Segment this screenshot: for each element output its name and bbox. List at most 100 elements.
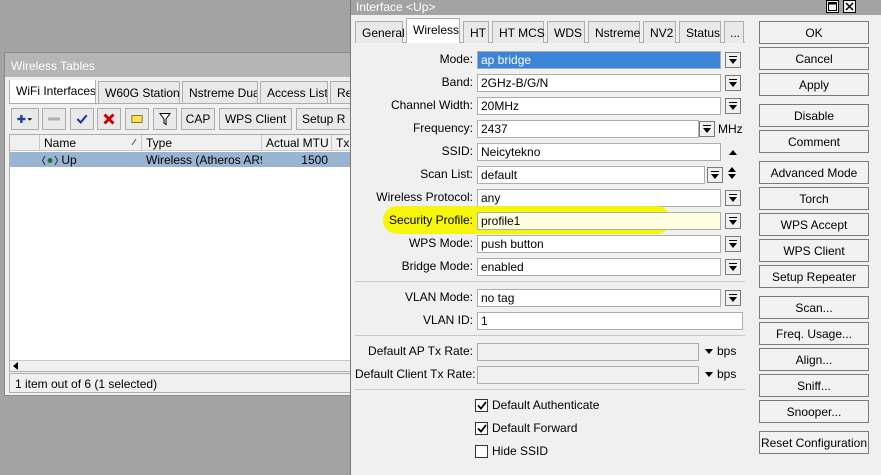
dropdown-icon <box>729 239 737 249</box>
tab-w60g-station[interactable]: W60G Station <box>98 81 180 103</box>
row-name-cell: Up <box>38 152 142 167</box>
tab-nv2[interactable]: NV2 <box>643 21 676 43</box>
reset-configuration-button[interactable]: Reset Configuration <box>759 431 869 454</box>
security-profile-label: Security Profile: <box>388 213 473 227</box>
setup-repeater-button[interactable]: Setup R <box>296 108 356 130</box>
align-button[interactable]: Align... <box>759 348 869 371</box>
tab-wifi-interfaces[interactable]: WiFi Interfaces <box>9 80 96 103</box>
column-header-actual-mtu[interactable]: Actual MTU <box>262 135 332 151</box>
column-header-name[interactable]: Name <box>40 135 142 151</box>
wps-client-button[interactable]: WPS Client <box>219 108 292 130</box>
horizontal-scrollbar[interactable] <box>10 360 354 371</box>
default-client-tx-rate-input[interactable] <box>477 366 699 384</box>
wireless-tables-window: Wireless Tables WiFi Interfaces W60G Sta… <box>4 52 356 396</box>
restore-button[interactable] <box>826 0 839 13</box>
checkmark-icon <box>476 401 487 410</box>
cancel-button[interactable]: Cancel <box>759 47 869 70</box>
security-profile-select[interactable]: profile1 <box>477 212 721 230</box>
snooper-button[interactable]: Snooper... <box>759 400 869 423</box>
comment-button[interactable]: Comment <box>759 130 869 153</box>
ap-tx-rate-expand-icon[interactable] <box>705 349 713 354</box>
ok-button[interactable]: OK <box>759 21 869 44</box>
wps-mode-dropdown-button[interactable] <box>725 236 741 252</box>
tab-status[interactable]: Status <box>679 21 721 43</box>
ap-tx-rate-unit: bps <box>717 344 737 358</box>
tab-access-list[interactable]: Access List <box>260 81 328 103</box>
wireless-tables-tabs: WiFi Interfaces W60G Station Nstreme Dua… <box>9 80 355 104</box>
security-profile-dropdown-button[interactable] <box>725 213 741 229</box>
remove-button[interactable] <box>42 108 66 130</box>
tab-wireless[interactable]: Wireless <box>406 18 460 44</box>
wps-mode-label: WPS Mode: <box>408 236 473 250</box>
checkmark-icon <box>476 424 487 433</box>
default-authenticate-checkbox[interactable] <box>475 399 488 412</box>
checkmark-icon <box>76 114 88 125</box>
disable-button[interactable]: Disable <box>759 104 869 127</box>
default-ap-tx-rate-input[interactable] <box>477 343 699 361</box>
wireless-tab-panel-lower: Security Profile: profile1 WPS Mode: pus… <box>355 43 745 475</box>
freq-usage-button[interactable]: Freq. Usage... <box>759 322 869 345</box>
tab-nstreme[interactable]: Nstreme <box>588 21 640 43</box>
tab-general[interactable]: General <box>355 21 405 43</box>
filter-button[interactable] <box>153 108 177 130</box>
sniff-button[interactable]: Sniff... <box>759 374 869 397</box>
tab-ht-mcs[interactable]: HT MCS <box>492 21 545 43</box>
column-header-type[interactable]: Type <box>142 135 262 151</box>
scan-button[interactable]: Scan... <box>759 296 869 319</box>
plus-icon <box>17 115 33 123</box>
dropdown-icon <box>729 293 737 303</box>
bridge-mode-label: Bridge Mode: <box>401 259 473 273</box>
default-ap-tx-rate-label: Default AP Tx Rate: <box>368 344 473 358</box>
setup-repeater-button[interactable]: Setup Repeater <box>759 265 869 288</box>
comment-button[interactable] <box>125 108 149 130</box>
row-name-text: Up <box>61 153 77 167</box>
torch-button[interactable]: Torch <box>759 187 869 210</box>
separator <box>355 389 745 390</box>
add-button[interactable] <box>11 108 39 130</box>
client-tx-rate-unit: bps <box>717 367 737 381</box>
bridge-mode-dropdown-button[interactable] <box>725 259 741 275</box>
table-header: Name Type Actual MTU Tx <box>10 135 354 151</box>
scroll-left-icon <box>13 362 18 370</box>
dropdown-icon <box>729 216 737 226</box>
enable-button[interactable] <box>70 108 94 130</box>
apply-button[interactable]: Apply <box>759 73 869 96</box>
column-header-marker <box>10 135 40 151</box>
dropdown-icon <box>729 262 737 272</box>
x-icon <box>103 113 115 125</box>
tab-more[interactable]: ... <box>724 21 744 43</box>
wireless-tables-toolbar: CAP WPS Client Setup R <box>9 108 356 132</box>
sort-arrow-icon <box>131 139 137 145</box>
default-client-tx-rate-label: Default Client Tx Rate: <box>355 367 476 381</box>
hide-ssid-label: Hide SSID <box>492 444 549 458</box>
client-tx-rate-expand-icon[interactable] <box>705 372 713 377</box>
minus-icon <box>48 117 60 121</box>
tab-wds[interactable]: WDS <box>547 21 585 43</box>
default-forward-checkbox[interactable] <box>475 422 488 435</box>
tab-nstreme-dual[interactable]: Nstreme Dual <box>182 81 258 103</box>
hide-ssid-checkbox[interactable] <box>475 445 488 458</box>
separator <box>355 281 745 282</box>
wireless-tables-title: Wireless Tables <box>5 53 355 77</box>
bridge-mode-select[interactable]: enabled <box>477 258 721 276</box>
wps-accept-button[interactable]: WPS Accept <box>759 213 869 236</box>
wps-mode-select[interactable]: push button <box>477 235 721 253</box>
disable-button[interactable] <box>97 108 121 130</box>
default-authenticate-label: Default Authenticate <box>492 398 600 412</box>
wps-client-button[interactable]: WPS Client <box>759 239 869 262</box>
vlan-id-input[interactable]: 1 <box>477 312 743 330</box>
tab-ht[interactable]: HT <box>463 21 489 43</box>
column-header-label: Name <box>44 136 77 150</box>
interface-dialog-title: Interface <Up> <box>351 0 881 15</box>
advanced-mode-button[interactable]: Advanced Mode <box>759 161 869 184</box>
interface-tabs: General Wireless HT HT MCS WDS Nstreme N… <box>355 18 745 44</box>
status-bar: 1 item out of 6 (1 selected) <box>9 373 355 393</box>
table-row[interactable]: Up Wireless (Atheros AR9... 1500 <box>10 152 354 167</box>
vlan-mode-select[interactable]: no tag <box>477 289 721 307</box>
vlan-mode-dropdown-button[interactable] <box>725 290 741 306</box>
cap-button[interactable]: CAP <box>181 108 215 130</box>
close-button[interactable] <box>843 0 856 13</box>
vlan-mode-label: VLAN Mode: <box>404 290 473 304</box>
note-icon <box>131 115 143 123</box>
restore-icon <box>828 2 837 11</box>
